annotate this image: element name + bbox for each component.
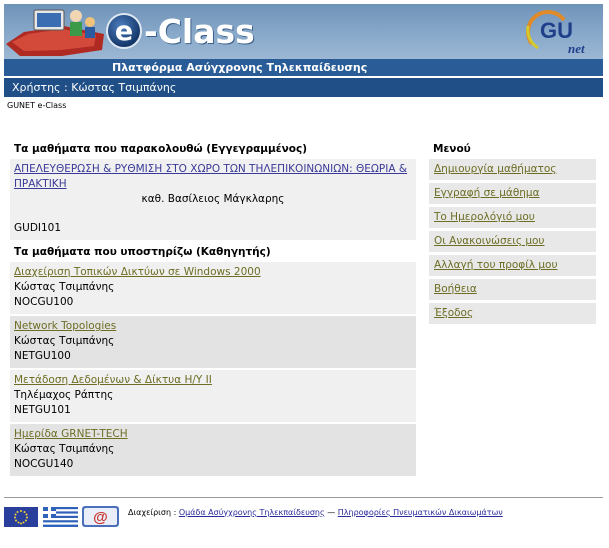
breadcrumb[interactable]: GUNET e-Class xyxy=(7,101,66,110)
platform-illustration-icon xyxy=(6,9,104,56)
course-instructor: Κώστας Τσιμπάνης xyxy=(14,281,115,293)
enrolled-course-row: ΑΠΕΛΕΥΘΕΡΩΣΗ & ΡΥΘΜΙΣΗ ΣΤΟ ΧΩΡΟ ΤΩΝ ΤΗΛΕ… xyxy=(10,159,416,240)
eclass-logo: e -Class xyxy=(106,9,255,53)
course-link[interactable]: Μετάδοση Δεδομένων & Δίκτυα Η/Υ ΙΙ xyxy=(14,374,212,386)
courses-panel: Τα μαθήματα που παρακολουθώ (Εγγεγραμμέν… xyxy=(10,139,416,478)
enrolled-courses-title: Τα μαθήματα που παρακολουθώ (Εγγεγραμμέν… xyxy=(14,143,307,155)
menu-item-my-calendar[interactable]: Το Ημερολόγιό μου xyxy=(429,207,596,228)
teaching-courses-title: Τα μαθήματα που υποστηρίζω (Καθηγητής) xyxy=(14,246,271,258)
page-header: e -Class GU net Πλατφόρμα Ασύγχρονης Τηλ… xyxy=(4,4,603,76)
course-link[interactable]: ΑΠΕΛΕΥΘΕΡΩΣΗ & ΡΥΘΜΙΣΗ ΣΤΟ ΧΩΡΟ ΤΩΝ ΤΗΛΕ… xyxy=(14,163,407,190)
course-code: NETGU100 xyxy=(14,350,71,362)
email-badge-glyph: @ xyxy=(93,509,108,526)
course-code: NETGU101 xyxy=(14,404,71,416)
course-code: NOCGU100 xyxy=(14,296,74,308)
greek-flag-icon xyxy=(43,507,78,527)
menu-item-logout[interactable]: Έξοδος xyxy=(429,303,596,324)
admin-team-link[interactable]: Ομάδα Ασύγχρονης Τηλεκπαίδευσης xyxy=(179,508,325,517)
menu-item-help[interactable]: Βοήθεια xyxy=(429,279,596,300)
copyright-info-link[interactable]: Πληροφορίες Πνευματικών Δικαιωμάτων xyxy=(338,508,503,517)
footer-divider xyxy=(4,497,603,498)
footer-separator: — xyxy=(324,508,338,517)
course-code: GUDI101 xyxy=(14,222,62,234)
footer-admin-label: Διαχείριση : xyxy=(128,508,179,517)
email-badge-icon: @ xyxy=(82,506,119,527)
course-instructor: καθ. Βασίλειος Μάγκλαρης xyxy=(141,193,285,205)
course-code: NOCGU140 xyxy=(14,458,74,470)
menu-item-edit-profile[interactable]: Αλλαγή του προφίλ μου xyxy=(429,255,596,276)
course-instructor: Τηλέμαχος Ράπτης xyxy=(14,389,114,401)
menu-item-create-course[interactable]: Δημιουργία μαθήματος xyxy=(429,159,596,180)
platform-subtitle: Πλατφόρμα Ασύγχρονης Τηλεκπαίδευσης xyxy=(112,61,368,74)
menu-title: Μενού xyxy=(433,143,471,155)
course-link[interactable]: Network Topologies xyxy=(14,320,116,332)
user-bar: Χρήστης : Κώστας Τσιμπάνης xyxy=(4,77,603,97)
eclass-logo-e: e xyxy=(106,13,142,49)
gunet-logo: GU net xyxy=(526,10,585,56)
eu-flag-icon xyxy=(4,507,38,527)
course-link[interactable]: Διαχείριση Τοπικών Δικτύων σε Windows 20… xyxy=(14,266,261,278)
teaching-course-row: Ημερίδα GRNET-TECH Κώστας Τσιμπάνης NOCG… xyxy=(10,424,416,476)
svg-text:GU: GU xyxy=(540,18,573,43)
svg-text:net: net xyxy=(568,41,585,56)
course-instructor: Κώστας Τσιμπάνης xyxy=(14,335,115,347)
menu-item-enroll-course[interactable]: Εγγραφή σε μάθημα xyxy=(429,183,596,204)
teaching-course-row: Network Topologies Κώστας Τσιμπάνης NETG… xyxy=(10,316,416,368)
course-instructor: Κώστας Τσιμπάνης xyxy=(14,443,115,455)
side-menu: Μενού Δημιουργία μαθήματος Εγγραφή σε μά… xyxy=(429,139,596,327)
teaching-course-row: Μετάδοση Δεδομένων & Δίκτυα Η/Υ ΙΙ Τηλέμ… xyxy=(10,370,416,422)
teaching-course-row: Διαχείριση Τοπικών Δικτύων σε Windows 20… xyxy=(10,262,416,314)
current-user-label: Χρήστης : Κώστας Τσιμπάνης xyxy=(12,81,177,94)
eclass-logo-word: -Class xyxy=(144,11,255,51)
footer-credits: Διαχείριση : Ομάδα Ασύγχρονης Τηλεκπαίδε… xyxy=(128,508,503,517)
course-link[interactable]: Ημερίδα GRNET-TECH xyxy=(14,428,128,440)
menu-item-my-announcements[interactable]: Οι Ανακοινώσεις μου xyxy=(429,231,596,252)
